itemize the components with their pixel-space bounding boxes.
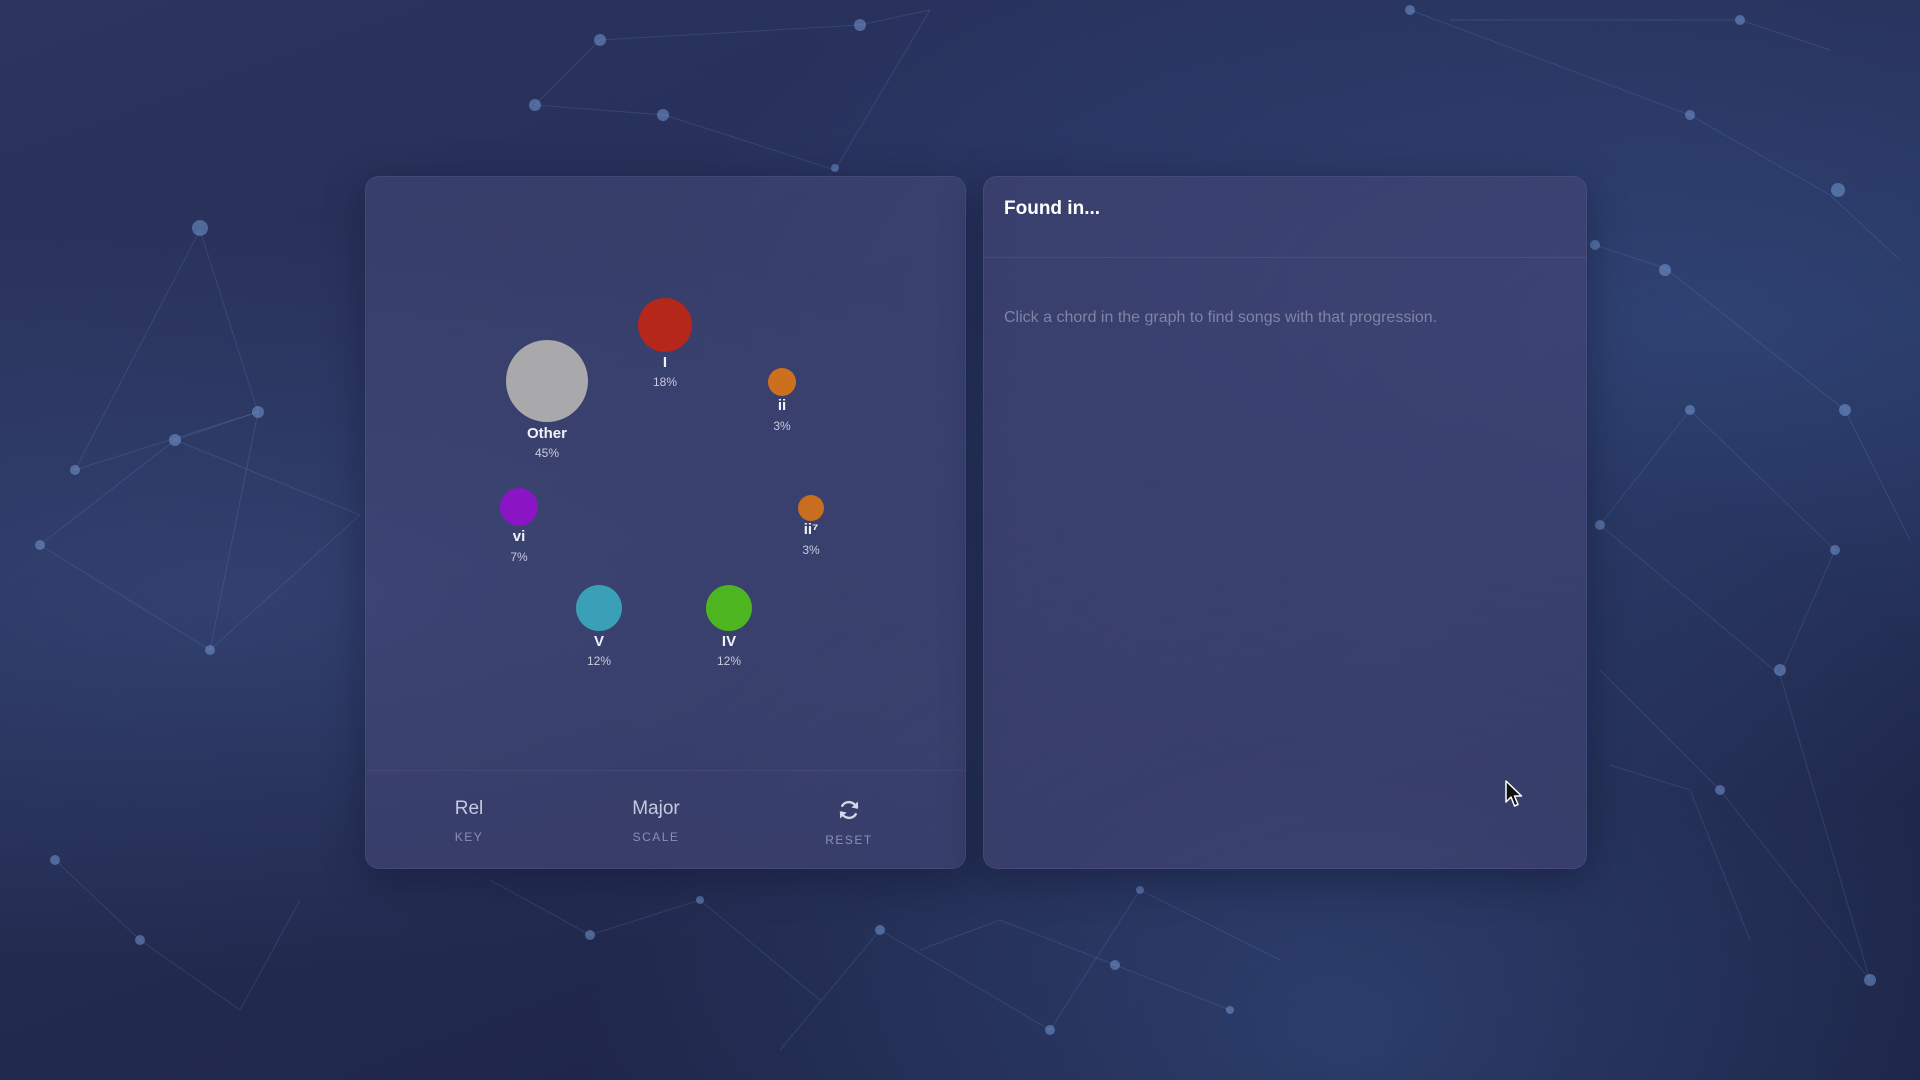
- chord-node-percent: 3%: [773, 419, 791, 433]
- chord-node-label: Other: [526, 425, 567, 442]
- reset-button[interactable]: RESET: [789, 771, 909, 868]
- chord-node-label: vi: [512, 528, 526, 545]
- mouse-cursor-icon: [1505, 780, 1523, 807]
- chord-graph: Other 45% I 18% ii 3% vi 7% ii⁷ 3% V 12%: [366, 177, 965, 770]
- chord-node-label: IV: [721, 633, 737, 650]
- chord-node-percent: 12%: [716, 654, 742, 668]
- graph-controls: Rel KEY Major SCALE RESET: [366, 770, 965, 868]
- key-caption: KEY: [454, 830, 484, 844]
- chord-node-percent: 7%: [510, 550, 528, 564]
- scale-value: Major: [632, 798, 680, 819]
- reset-caption: RESET: [825, 833, 873, 847]
- key-control[interactable]: Rel KEY: [409, 771, 529, 868]
- found-in-hint: Click a chord in the graph to find songs…: [1004, 309, 1438, 326]
- found-in-header: Found in...: [984, 177, 1586, 258]
- found-in-panel: Found in... Click a chord in the graph t…: [983, 176, 1587, 869]
- chord-node-other-circle[interactable]: [506, 340, 588, 422]
- chord-node-ii-circle[interactable]: [768, 368, 796, 396]
- chord-node-label: ii: [777, 397, 787, 414]
- chord-node-percent: 45%: [534, 446, 560, 460]
- refresh-icon[interactable]: [837, 798, 861, 822]
- scale-caption: SCALE: [632, 830, 680, 844]
- chord-node-label: ii⁷: [803, 521, 819, 538]
- scale-control[interactable]: Major SCALE: [596, 771, 716, 868]
- chord-node-ii7-circle[interactable]: [798, 495, 824, 521]
- chord-node-label: I: [662, 354, 668, 371]
- chord-node-vi-circle[interactable]: [500, 488, 538, 526]
- chord-node-percent: 3%: [802, 543, 820, 557]
- key-value: Rel: [454, 798, 484, 819]
- chord-node-I-circle[interactable]: [638, 298, 692, 352]
- chord-node-label: V: [593, 633, 604, 650]
- found-in-title: Found in...: [1004, 198, 1101, 219]
- chord-node-V-circle[interactable]: [576, 585, 622, 631]
- chord-node-percent: 12%: [586, 654, 612, 668]
- chord-graph-panel: Other 45% I 18% ii 3% vi 7% ii⁷ 3% V 12%: [365, 176, 966, 869]
- chord-node-IV-circle[interactable]: [706, 585, 752, 631]
- chord-node-percent: 18%: [652, 375, 678, 389]
